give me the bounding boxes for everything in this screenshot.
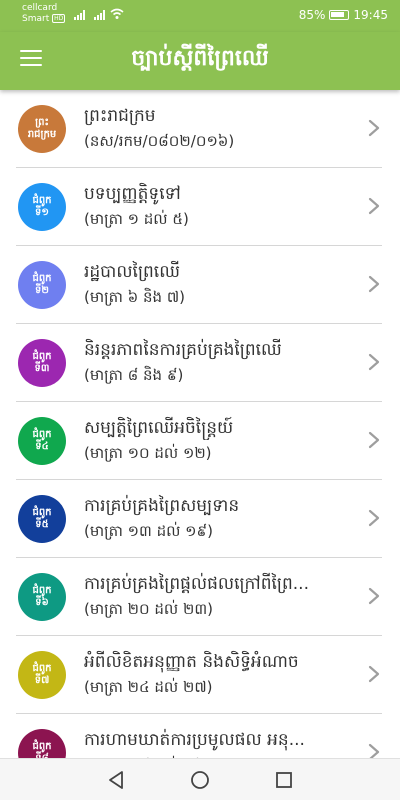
item-subtitle: (មាត្រា ១ ដល់ ៥) — [84, 210, 189, 228]
chevron-right-icon — [368, 197, 380, 215]
chapter-badge: ជំពូក ទី២ — [18, 261, 66, 309]
list-item[interactable]: ព្រះ រាជក្រម ព្រះរាជក្រម (នស/រកម/០៨០២/០១៦) — [16, 90, 382, 168]
badge-line2: ទី១ — [35, 207, 49, 218]
chevron-right-icon — [368, 743, 380, 758]
badge-line1: ជំពូក — [32, 585, 52, 596]
item-title: និរន្តរភាពនៃការគ្រប់គ្រងព្រៃឈើ — [84, 340, 282, 360]
item-title: ការគ្រប់គ្រងព្រៃសម្បទាន — [84, 496, 240, 516]
hd-badge: HD — [52, 14, 66, 23]
app-bar: ច្បាប់ស្ដីពីព្រៃឈើ — [0, 32, 400, 90]
chevron-right-icon — [368, 587, 380, 605]
list-item[interactable]: ជំពូក ទី២ រដ្ឋបាលព្រៃឈើ (មាត្រា ៦ និង ៧) — [16, 246, 382, 324]
badge-line2: ទី៦ — [35, 597, 49, 608]
item-texts: សម្បត្តិព្រៃឈើអចិន្ត្រៃយ៍ (មាត្រា ១០ ដល់ … — [84, 416, 354, 464]
chapter-badge: ជំពូក ទី៤ — [18, 417, 66, 465]
item-subtitle: (មាត្រា ១០ ដល់ ១២) — [84, 444, 212, 462]
badge-line2: ទី៧ — [34, 675, 50, 686]
item-texts: និរន្តរភាពនៃការគ្រប់គ្រងព្រៃឈើ (មាត្រា ៨ … — [84, 338, 354, 386]
list-item[interactable]: ជំពូក ទី៣ និរន្តរភាពនៃការគ្រប់គ្រងព្រៃឈើ (ម… — [16, 324, 382, 402]
item-texts: ការគ្រប់គ្រងព្រៃផ្តល់ផលក្រៅពីព្រៃ... (មាត… — [84, 572, 354, 620]
back-triangle-icon[interactable] — [105, 769, 127, 791]
clock: 19:45 — [353, 8, 388, 22]
item-texts: ការហាមឃាត់ការប្រមូលផល អនុ...(មាត្រា ២៨ ដ… — [84, 728, 354, 758]
badge-line1: ព្រះ — [35, 117, 49, 128]
badge-line2: ទី៤ — [35, 441, 49, 452]
carrier-secondary: Smart — [22, 14, 50, 24]
badge-line2: ទី៣ — [34, 363, 50, 374]
list-item[interactable]: ជំពូក ទី៦ ការគ្រប់គ្រងព្រៃផ្តល់ផលក្រៅពីព្រ… — [16, 558, 382, 636]
list-item[interactable]: ជំពូក ទី១ បទប្បញ្ញត្តិទូទៅ (មាត្រា ១ ដល់ ៥) — [16, 168, 382, 246]
recents-square-icon[interactable] — [273, 769, 295, 791]
badge-line1: ជំពូក — [32, 273, 52, 284]
chapter-badge: ជំពូក ទី៥ — [18, 495, 66, 543]
battery-icon — [329, 10, 350, 20]
chapter-badge: ជំពូក ទី៧ — [18, 651, 66, 699]
item-subtitle: (មាត្រា ៨ និង ៩) — [84, 366, 184, 384]
item-title: រដ្ឋបាលព្រៃឈើ — [84, 262, 180, 282]
chevron-right-icon — [368, 509, 380, 527]
carrier-info: cellcard Smart HD — [22, 3, 66, 25]
signal-icon — [74, 10, 85, 20]
list-item[interactable]: ជំពូកទី៨ ការហាមឃាត់ការប្រមូលផល អនុ...(មាត… — [16, 714, 382, 758]
item-subtitle: (នស/រកម/០៨០២/០១៦) — [84, 132, 235, 150]
chevron-right-icon — [368, 431, 380, 449]
item-texts: បទប្បញ្ញត្តិទូទៅ (មាត្រា ១ ដល់ ៥) — [84, 182, 354, 230]
chapter-badge: ព្រះ រាជក្រម — [18, 105, 66, 153]
badge-line2: ទី២ — [35, 285, 49, 296]
item-title: ការគ្រប់គ្រងព្រៃផ្តល់ផលក្រៅពីព្រៃ... — [84, 574, 309, 594]
carrier-name: cellcard — [22, 3, 58, 13]
home-circle-icon[interactable] — [189, 769, 211, 791]
item-title: សម្បត្តិព្រៃឈើអចិន្ត្រៃយ៍ — [84, 418, 234, 438]
item-subtitle: (មាត្រា ៦ និង ៧) — [84, 288, 186, 306]
battery-percent: 85% — [298, 8, 326, 22]
badge-line1: ជំពូក — [32, 663, 52, 674]
item-texts: រដ្ឋបាលព្រៃឈើ (មាត្រា ៦ និង ៧) — [84, 260, 354, 308]
status-right: 85% 19:45 — [299, 8, 388, 22]
badge-line2: ទី៥ — [35, 519, 49, 530]
app-title: ច្បាប់ស្ដីពីព្រៃឈើ — [131, 46, 269, 71]
item-title: ព្រះរាជក្រម — [84, 106, 156, 126]
chapter-list: ព្រះ រាជក្រម ព្រះរាជក្រម (នស/រកម/០៨០២/០១៦) ជ… — [0, 90, 400, 758]
badge-line1: ជំពូក — [32, 507, 52, 518]
item-title: ការហាមឃាត់ការប្រមូលផល អនុ... — [84, 730, 305, 750]
chevron-right-icon — [368, 353, 380, 371]
item-subtitle: (មាត្រា ២៤ ដល់ ២៧) — [84, 678, 213, 696]
item-subtitle: (មាត្រា ១៣ ដល់ ១៩) — [84, 522, 213, 540]
chevron-right-icon — [368, 119, 380, 137]
item-title: បទប្បញ្ញត្តិទូទៅ — [84, 184, 181, 204]
list-item[interactable]: ជំពូក ទី៥ ការគ្រប់គ្រងព្រៃសម្បទាន (មាត្រា ១… — [16, 480, 382, 558]
chevron-right-icon — [368, 275, 380, 293]
chapter-badge: ជំពូក ទី៦ — [18, 573, 66, 621]
badge-line1: ជំពូក — [32, 351, 52, 362]
list-item[interactable]: ជំពូក ទី៤ សម្បត្តិព្រៃឈើអចិន្ត្រៃយ៍ (មាត្រា… — [16, 402, 382, 480]
badge-line2: រាជក្រម — [27, 129, 57, 140]
badge-line1: ជំពូក — [32, 195, 52, 206]
chapter-badge: ជំពូក ទី៣ — [18, 339, 66, 387]
signal-icon-2 — [94, 10, 105, 20]
chapter-badge: ជំពូកទី៨ — [18, 729, 66, 758]
list-item[interactable]: ជំពូក ទី៧ អំពីលិខិតអនុញ្ញាត និងសិទ្ធិអំណាច… — [16, 636, 382, 714]
system-nav-bar — [0, 758, 400, 800]
badge-line1: ជំពូក — [32, 741, 52, 752]
badge-line1: ជំពូក — [32, 429, 52, 440]
chevron-right-icon — [368, 665, 380, 683]
chapter-badge: ជំពូក ទី១ — [18, 183, 66, 231]
item-texts: ការគ្រប់គ្រងព្រៃសម្បទាន (មាត្រា ១៣ ដល់ ១៩… — [84, 494, 354, 542]
item-title: អំពីលិខិតអនុញ្ញាត និងសិទ្ធិអំណាច — [84, 652, 299, 672]
item-texts: អំពីលិខិតអនុញ្ញាត និងសិទ្ធិអំណាច (មាត្រា … — [84, 650, 354, 698]
status-bar: cellcard Smart HD 85% 19:45 — [0, 0, 400, 32]
item-subtitle: (មាត្រា ២០ ដល់ ២៣) — [84, 600, 213, 618]
wifi-icon — [110, 8, 124, 19]
item-texts: ព្រះរាជក្រម (នស/រកម/០៨០២/០១៦) — [84, 104, 354, 152]
